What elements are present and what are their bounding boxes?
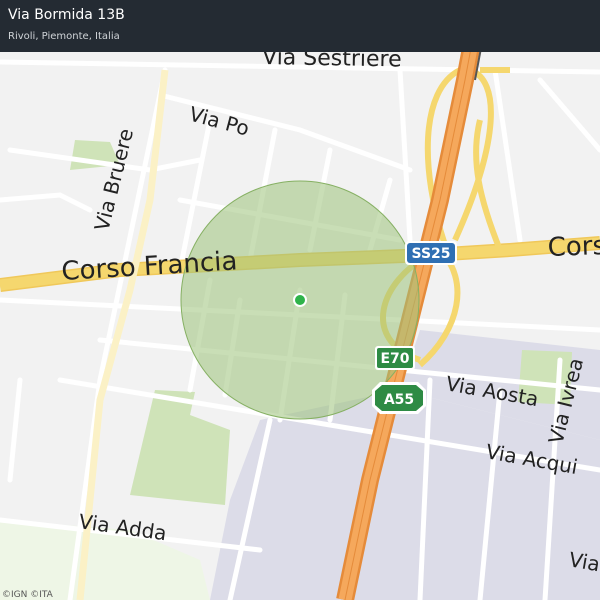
label-corso-right: Cors xyxy=(547,231,600,263)
shield-e70-label: E70 xyxy=(380,351,409,367)
map-attribution: ©IGN ©ITA xyxy=(2,590,53,600)
shield-ss25-label: SS25 xyxy=(411,246,450,262)
shield-ss25: SS25 xyxy=(405,241,457,265)
shield-e70: E70 xyxy=(375,346,415,370)
shield-a55: A55 xyxy=(372,382,426,414)
address-header: Via Bormida 13B Rivoli, Piemonte, Italia xyxy=(0,0,600,52)
map-view[interactable]: Via Sestriere Via Po Via Bruere Corso Fr… xyxy=(0,0,600,600)
shield-a55-label: A55 xyxy=(384,392,414,408)
address-locality: Rivoli, Piemonte, Italia xyxy=(8,31,120,42)
address-title: Via Bormida 13B xyxy=(8,7,125,23)
map-canvas: Via Sestriere Via Po Via Bruere Corso Fr… xyxy=(0,0,600,600)
